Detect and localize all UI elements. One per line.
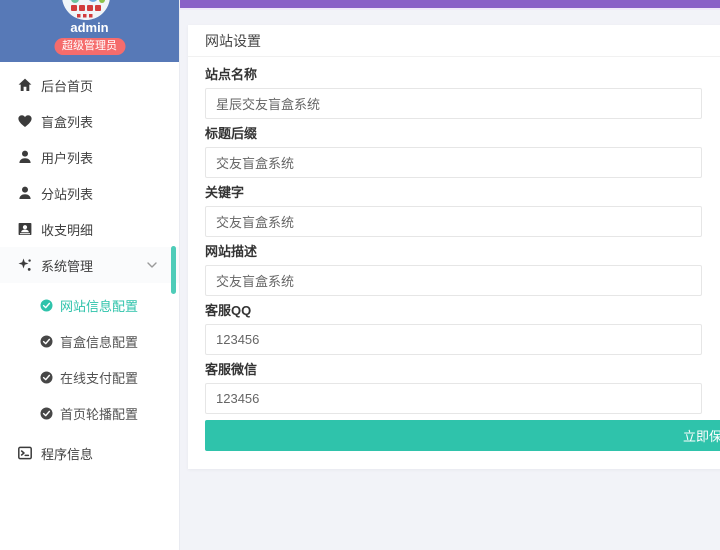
user-icon (17, 149, 33, 165)
sidebar-header: admin 超级管理员 (0, 0, 179, 62)
sidebar-item-home[interactable]: 后台首页 (0, 67, 179, 103)
settings-form: 站点名称标题后缀关键字网站描述客服QQ 客服微信立即保存 (188, 57, 720, 451)
sidebar-item-branches[interactable]: 分站列表 (0, 175, 179, 211)
sidebar-subitem-label: 在线支付配置 (60, 370, 139, 386)
username: admin (70, 20, 109, 35)
sidebar-item-label: 系统管理 (41, 258, 94, 274)
check-circle-icon (40, 407, 53, 420)
sidebar-item-boxes[interactable]: 盲盒列表 (0, 103, 179, 139)
avatar-logo (62, 0, 110, 20)
field-input-service-qq[interactable] (205, 324, 702, 355)
sidebar-item-label: 用户列表 (41, 150, 94, 166)
topbar-accent (180, 0, 720, 8)
form-group-site-name: 站点名称 (205, 66, 720, 119)
sidebar-item-label: 分站列表 (41, 186, 94, 202)
screen: admin 超级管理员 后台首页盲盒列表用户列表分站列表收支明细系统管理网站信息… (0, 0, 720, 550)
check-circle-icon (40, 371, 53, 384)
save-button[interactable]: 立即保存 (205, 420, 720, 451)
sidebar-scrollbar-thumb[interactable] (171, 246, 176, 294)
settings-card: 网站设置 站点名称标题后缀关键字网站描述客服QQ 客服微信立即保存 (188, 25, 720, 469)
sidebar-subitem-carousel[interactable]: 首页轮播配置 (0, 395, 179, 431)
home-icon (17, 77, 33, 93)
field-label-title-suffix: 标题后缀 (205, 126, 258, 141)
heart-icon (17, 113, 33, 129)
sidebar-item-system[interactable]: 系统管理 (0, 247, 179, 283)
check-circle-icon (40, 299, 53, 312)
field-input-title-suffix[interactable] (205, 147, 702, 178)
avatar[interactable] (62, 0, 110, 20)
sidebar-subitem-site-info[interactable]: 网站信息配置 (0, 287, 179, 323)
sidebar-item-label: 程序信息 (41, 446, 94, 462)
field-input-description[interactable] (205, 265, 702, 296)
sidebar-item-users[interactable]: 用户列表 (0, 139, 179, 175)
form-group-service-wechat: 客服微信 (205, 361, 720, 414)
sidebar-item-ledger[interactable]: 收支明细 (0, 211, 179, 247)
sidebar-subitem-label: 网站信息配置 (60, 298, 139, 314)
field-input-keywords[interactable] (205, 206, 702, 237)
form-group-keywords: 关键字 (205, 184, 720, 237)
sidebar-item-program[interactable]: 程序信息 (0, 435, 179, 471)
sidebar: admin 超级管理员 后台首页盲盒列表用户列表分站列表收支明细系统管理网站信息… (0, 0, 180, 550)
field-label-description: 网站描述 (205, 244, 258, 259)
main-area: 网站设置 站点名称标题后缀关键字网站描述客服QQ 客服微信立即保存 (180, 0, 720, 550)
sidebar-subitem-box-info[interactable]: 盲盒信息配置 (0, 323, 179, 359)
terminal-icon (17, 445, 33, 461)
form-group-description: 网站描述 (205, 243, 720, 296)
check-circle-icon (40, 335, 53, 348)
sidebar-item-label: 后台首页 (41, 78, 94, 94)
field-label-service-qq: 客服QQ (205, 303, 252, 318)
page-title: 网站设置 (188, 25, 720, 57)
sidebar-subitem-label: 首页轮播配置 (60, 406, 139, 422)
topbar-underline (180, 8, 720, 10)
sparkles-icon (17, 257, 33, 273)
sidebar-menu: 后台首页盲盒列表用户列表分站列表收支明细系统管理网站信息配置 盲盒信息配置 在线支付… (0, 62, 179, 471)
user-icon (17, 185, 33, 201)
chevron-down-icon (147, 262, 157, 268)
field-label-site-name: 站点名称 (205, 67, 258, 82)
sidebar-item-label: 收支明细 (41, 222, 94, 238)
role-badge: 超级管理员 (54, 38, 125, 55)
field-label-service-wechat: 客服微信 (205, 362, 258, 377)
sidebar-subitem-label: 盲盒信息配置 (60, 334, 139, 350)
sidebar-subitem-payment[interactable]: 在线支付配置 (0, 359, 179, 395)
ledger-icon (17, 221, 33, 237)
field-input-site-name[interactable] (205, 88, 702, 119)
field-input-service-wechat[interactable] (205, 383, 702, 414)
form-group-title-suffix: 标题后缀 (205, 125, 720, 178)
sidebar-item-label: 盲盒列表 (41, 114, 94, 130)
form-group-service-qq: 客服QQ (205, 302, 720, 355)
field-label-keywords: 关键字 (205, 185, 245, 200)
